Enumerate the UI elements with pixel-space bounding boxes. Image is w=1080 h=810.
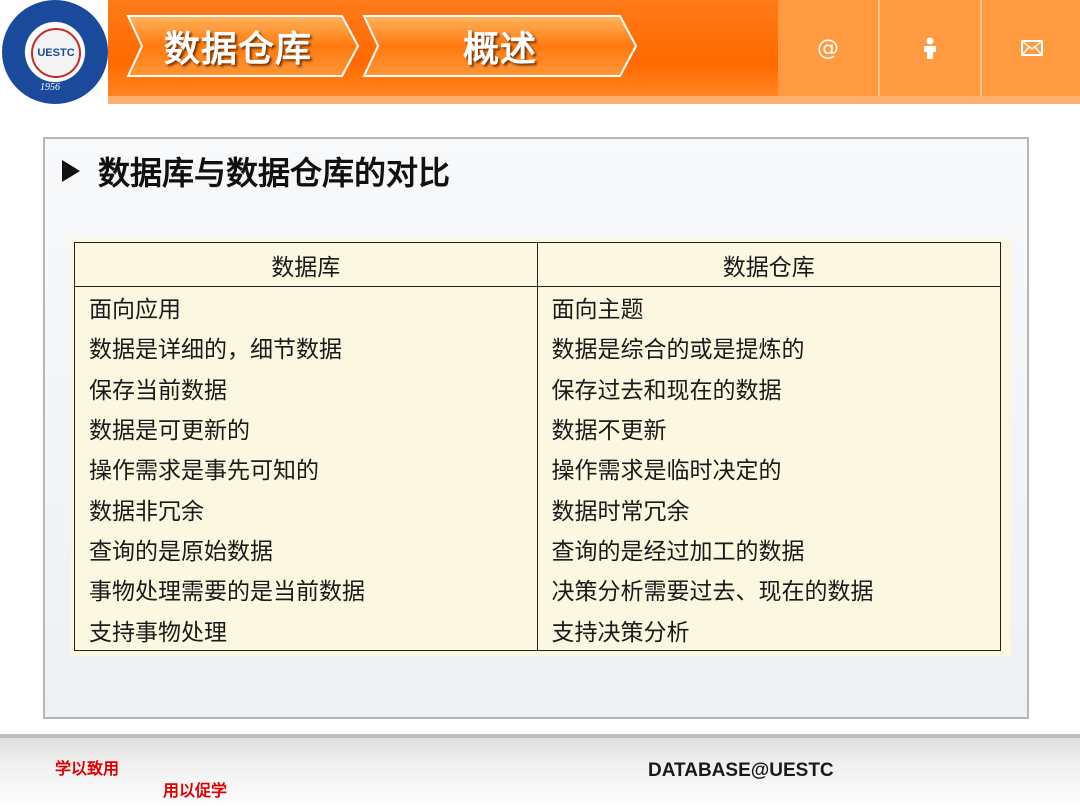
table-cell: 数据是详细的，细节数据 [74,327,538,368]
table-row: 数据非冗余 数据时常冗余 [74,488,1001,529]
table-cell: 操作需求是事先可知的 [74,448,538,489]
mail-icon-cell[interactable] [982,0,1080,96]
comparison-table: 数据库 数据仓库 面向应用 面向主题 数据是详细的，细节数据 数据是综合的或是提… [74,242,1001,651]
motto-line-1: 学以致用 [55,759,120,778]
table-cell: 支持决策分析 [536,609,1001,651]
mail-icon [1021,40,1043,56]
table-cell: 数据非冗余 [74,488,538,529]
column-header: 数据库 [74,242,538,287]
header-bar: UESTC 1956 数据仓库 概述 @ [0,0,1080,104]
table-row: 面向应用 面向主题 [74,286,1001,328]
table-row: 操作需求是事先可知的 操作需求是临时决定的 [74,448,1001,489]
table-row: 数据是详细的，细节数据 数据是综合的或是提炼的 [74,327,1001,368]
table-cell: 数据时常冗余 [536,488,1001,529]
bullet-arrow-icon [62,160,80,182]
tab-overview-label: 概述 [462,29,537,70]
table-row: 保存当前数据 保存过去和现在的数据 [74,367,1001,408]
table-cell: 查询的是原始数据 [74,528,538,570]
at-icon-cell[interactable]: @ [778,0,878,96]
slide-heading-text: 数据库与数据仓库的对比 [98,154,451,192]
logo-year: 1956 [40,82,60,93]
header-orange-bottom [108,96,1080,104]
table-cell: 面向主题 [536,286,1001,328]
table-cell: 操作需求是临时决定的 [536,448,1001,489]
tab-data-warehouse[interactable]: 数据仓库 [116,14,360,78]
person-icon-cell[interactable] [880,0,980,96]
person-icon [924,37,936,59]
table-row: 数据是可更新的 数据不更新 [74,407,1001,449]
table-row: 查询的是原始数据 查询的是经过加工的数据 [74,528,1001,570]
table-cell: 查询的是经过加工的数据 [536,528,1001,570]
table-row: 事物处理需要的是当前数据 决策分析需要过去、现在的数据 [74,569,1001,610]
table-cell: 面向应用 [74,286,538,328]
table-cell: 支持事物处理 [74,609,538,651]
slide-heading: 数据库与数据仓库的对比 [58,148,450,194]
at-icon: @ [817,35,839,61]
footer-brand: DATABASE@UESTC [648,760,834,781]
tab-overview[interactable]: 概述 [362,14,638,78]
table-cell: 数据是综合的或是提炼的 [536,327,1001,368]
logo-emblem: UESTC [31,28,81,78]
logo-text: UESTC [37,47,75,59]
table-cell: 决策分析需要过去、现在的数据 [536,569,1001,610]
table-cell: 事物处理需要的是当前数据 [74,569,538,610]
footer-divider [0,734,1080,738]
table-header-row: 数据库 数据仓库 [74,242,1001,287]
table-cell: 数据是可更新的 [74,407,538,449]
tab-data-warehouse-label: 数据仓库 [163,29,312,70]
university-logo: UESTC 1956 [2,0,108,104]
table-cell: 保存过去和现在的数据 [536,367,1001,408]
table-cell: 数据不更新 [536,407,1001,449]
motto-line-2: 用以促学 [163,781,228,800]
footer-bar [0,734,1080,810]
column-header: 数据仓库 [536,242,1001,287]
table-row: 支持事物处理 支持决策分析 [74,609,1001,651]
table-cell: 保存当前数据 [74,367,538,408]
